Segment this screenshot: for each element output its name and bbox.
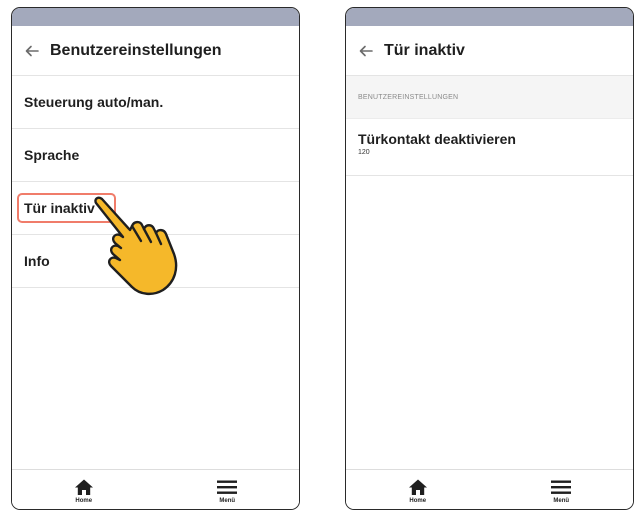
setting-row-tuerkontakt[interactable]: Türkontakt deaktivieren 120 — [346, 119, 633, 176]
section-header-label: BENUTZEREINSTELLUNGEN — [358, 93, 459, 101]
tapping-hand-icon — [94, 196, 178, 295]
home-button[interactable]: Home — [346, 470, 490, 509]
page-title: Tür inaktiv — [384, 41, 465, 59]
menu-label: Menü — [219, 497, 236, 504]
bottom-navigation: Home Menü — [346, 469, 633, 509]
hamburger-menu-icon — [217, 480, 238, 494]
menu-button[interactable]: Menü — [156, 470, 300, 509]
menu-item-label: Sprache — [24, 147, 80, 163]
status-bar — [346, 8, 633, 26]
home-label: Home — [409, 497, 427, 504]
page-title: Benutzereinstellungen — [50, 41, 222, 59]
section-header: BENUTZEREINSTELLUNGEN — [346, 76, 633, 119]
menu-item-sprache[interactable]: Sprache — [12, 129, 299, 182]
home-icon — [408, 479, 427, 495]
home-label: Home — [75, 497, 93, 504]
menu-item-label: Info — [24, 253, 50, 269]
app-bar: Benutzereinstellungen — [12, 26, 299, 76]
app-bar: Tür inaktiv — [346, 26, 633, 76]
setting-value: 120 — [358, 149, 370, 156]
screenshot-stage: Benutzereinstellungen Steuerung auto/man… — [0, 0, 635, 518]
home-button[interactable]: Home — [12, 470, 156, 509]
status-bar — [12, 8, 299, 26]
arrow-left-icon[interactable] — [24, 43, 40, 59]
hamburger-menu-icon — [551, 480, 572, 494]
menu-button[interactable]: Menü — [490, 470, 634, 509]
arrow-left-icon[interactable] — [358, 43, 374, 59]
setting-title: Türkontakt deaktivieren — [358, 131, 516, 147]
menu-item-steuerung[interactable]: Steuerung auto/man. — [12, 76, 299, 129]
bottom-navigation: Home Menü — [12, 469, 299, 509]
menu-label: Menü — [553, 497, 570, 504]
phone-screen-door-inactive: Tür inaktiv BENUTZEREINSTELLUNGEN Türkon… — [345, 7, 634, 510]
home-icon — [74, 479, 93, 495]
menu-item-label: Steuerung auto/man. — [24, 94, 164, 110]
